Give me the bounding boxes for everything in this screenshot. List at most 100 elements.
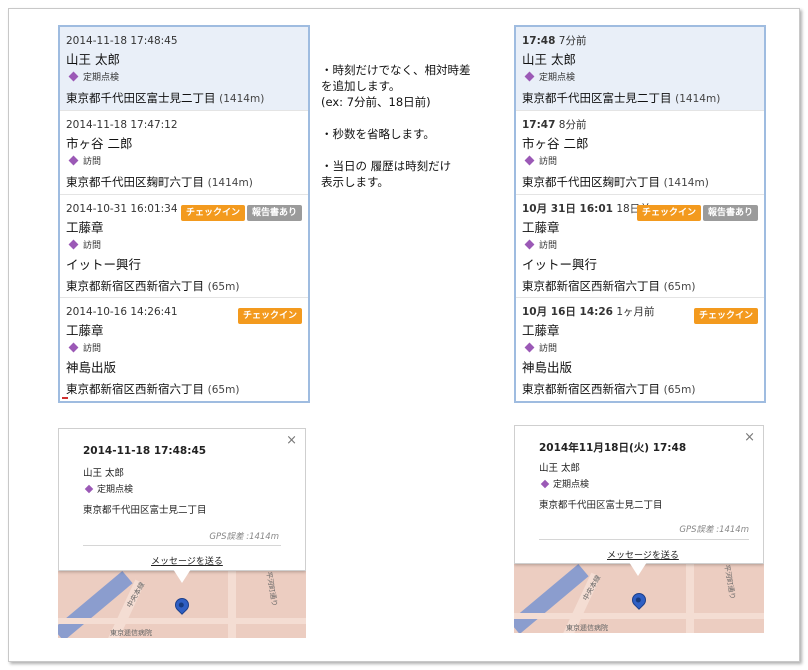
left-history-list[interactable]: 2014-11-18 17:48:45 山王 太郎 定期点検 東京都千代田区富士… [58,25,310,403]
map-pin-icon[interactable] [172,595,192,615]
left-map-popup-panel: 中央本線 平河町通り 東京逓信病院 × 2014-11-18 17:48:45 … [58,428,306,638]
item-person: 工藤章 [66,220,104,235]
popup-tag: 定期点検 [539,477,589,490]
info-popup: × 2014-11-18 17:48:45 山王 太郎 定期点検 東京都千代田区… [58,428,306,571]
popup-title: 2014年11月18日(火) 17:48 [539,442,687,454]
item-badges: チェックイン 報告書あり [635,200,758,221]
diamond-icon [524,239,535,250]
diamond-icon [524,342,535,353]
item-tag: 訪問 [522,238,758,254]
list-item[interactable]: 17:48 7分前 山王 太郎 定期点検 東京都千代田区富士見二丁目 (1414… [516,27,764,111]
item-badges: チェックイン [236,303,302,324]
relative-time: 8分前 [558,119,587,131]
item-address: 東京都千代田区麹町六丁目 (1414m) [522,175,709,189]
popup-divider [539,539,749,540]
item-tag: 定期点検 [522,70,758,86]
item-badges: チェックイン 報告書あり [179,200,302,221]
right-history-list[interactable]: 17:48 7分前 山王 太郎 定期点検 東京都千代田区富士見二丁目 (1414… [514,25,766,403]
checkin-badge[interactable]: チェックイン [237,308,302,324]
popup-address: 東京都千代田区富士見二丁目 [539,500,663,511]
item-tag: 訪問 [66,341,302,357]
diamond-icon [540,479,550,489]
item-company: イットー興行 [522,257,598,272]
popup-divider [83,545,281,546]
map-road [686,561,694,633]
item-address: 東京都新宿区西新宿六丁目 (65m) [66,279,240,293]
popup-title: 2014-11-18 17:48:45 [83,445,207,457]
item-person: 山王 太郎 [522,52,576,67]
item-person: 山王 太郎 [66,52,120,67]
item-tag: 訪問 [522,341,758,357]
popup-gps-accuracy: GPS誤差 :1414m [209,532,279,542]
item-person: 工藤章 [66,323,104,338]
map-block-label: 平河町通り [264,571,279,607]
close-icon[interactable]: × [286,433,297,448]
item-timestamp: 2014-11-18 17:47:12 [66,119,178,131]
send-message-link[interactable]: メッセージを送る [607,548,679,561]
popup-tail [629,562,647,576]
diamond-icon [68,71,79,82]
popup-tag: 定期点検 [83,482,133,495]
popup-gps-accuracy: GPS誤差 :1414m [679,525,749,535]
map-block-label: 平河町通り [722,564,737,600]
diamond-icon [68,342,79,353]
send-message-link[interactable]: メッセージを送る [151,554,223,567]
map-hospital-label: 東京逓信病院 [110,629,152,637]
popup-address: 東京都千代田区富士見二丁目 [83,505,207,516]
report-badge[interactable]: 報告書あり [246,205,302,221]
item-person: 市ヶ谷 二郎 [66,136,133,151]
item-address: 東京都千代田区麹町六丁目 (1414m) [66,175,253,189]
popup-person: 山王 太郎 [83,468,125,479]
item-tag: 定期点検 [66,70,302,86]
list-item[interactable]: 2014-11-18 17:48:45 山王 太郎 定期点検 東京都千代田区富士… [60,27,308,111]
list-item[interactable]: 2014-10-16 14:26:41 チェックイン 工藤章 訪問 神島出版 東… [60,298,308,401]
list-item[interactable]: 10月 16日 14:26 1ヶ月前 チェックイン 工藤章 訪問 神島出版 東京… [516,298,764,401]
item-timestamp: 17:48 7分前 [522,35,587,47]
report-badge[interactable]: 報告書あり [702,205,758,221]
diamond-icon [68,239,79,250]
change-notes: ・時刻だけでなく、相対時差 を追加します。 (ex: 7分前、18日前) ・秒数を省… [321,62,511,206]
item-address: 東京都新宿区西新宿六丁目 (65m) [522,279,696,293]
item-timestamp: 2014-11-18 17:48:45 [66,35,178,47]
map-hospital-label: 東京逓信病院 [566,624,608,632]
relative-time: 7分前 [558,35,587,47]
diamond-icon [524,155,535,166]
list-item[interactable]: 2014-10-31 16:01:34 チェックイン 報告書あり 工藤章 訪問 イ… [60,195,308,298]
checkin-badge[interactable]: チェックイン [636,205,701,221]
checkin-badge[interactable]: チェックイン [693,308,758,324]
close-icon[interactable]: × [744,430,755,445]
diamond-icon [84,484,94,494]
checkin-badge[interactable]: チェックイン [180,205,245,221]
item-person: 市ヶ谷 二郎 [522,136,589,151]
item-company: 神島出版 [66,360,117,375]
item-tag: 訪問 [66,154,302,170]
diamond-icon [68,155,79,166]
item-address: 東京都千代田区富士見二丁目 (1414m) [66,91,265,105]
map-pin-icon[interactable] [629,590,649,610]
map-road [514,613,764,619]
item-timestamp: 17:47 8分前 [522,119,587,131]
right-map-popup-panel: 中央本線 平河町通り 東京逓信病院 × 2014年11月18日(火) 17:48… [514,425,764,633]
note-omit-seconds: ・秒数を省略します。 [321,127,435,141]
item-address: 東京都千代田区富士見二丁目 (1414m) [522,91,721,105]
item-badges: チェックイン [692,303,758,324]
item-tag: 訪問 [66,238,302,254]
list-item[interactable]: 10月 31日 16:01 18日前 チェックイン 報告書あり 工藤章 訪問 イッ… [516,195,764,298]
item-company: 神島出版 [522,360,573,375]
note-today-time-only: ・当日の 履歴は時刻だけ 表示します。 [321,159,452,189]
popup-person: 山王 太郎 [539,463,581,474]
relative-time: 1ヶ月前 [616,306,655,318]
map-road [228,568,236,638]
scroll-indicator [62,397,68,399]
list-item[interactable]: 17:47 8分前 市ヶ谷 二郎 訪問 東京都千代田区麹町六丁目 (1414m) [516,111,764,195]
info-popup: × 2014年11月18日(火) 17:48 山王 太郎 定期点検 東京都千代田… [514,425,764,564]
popup-tail [173,569,191,583]
item-tag: 訪問 [522,154,758,170]
list-item[interactable]: 2014-11-18 17:47:12 市ヶ谷 二郎 訪問 東京都千代田区麹町六… [60,111,308,195]
item-address: 東京都新宿区西新宿六丁目 (65m) [522,382,696,396]
item-person: 工藤章 [522,323,560,338]
item-company: イットー興行 [66,257,142,272]
map-road [58,618,306,624]
diamond-icon [524,71,535,82]
item-person: 工藤章 [522,220,560,235]
